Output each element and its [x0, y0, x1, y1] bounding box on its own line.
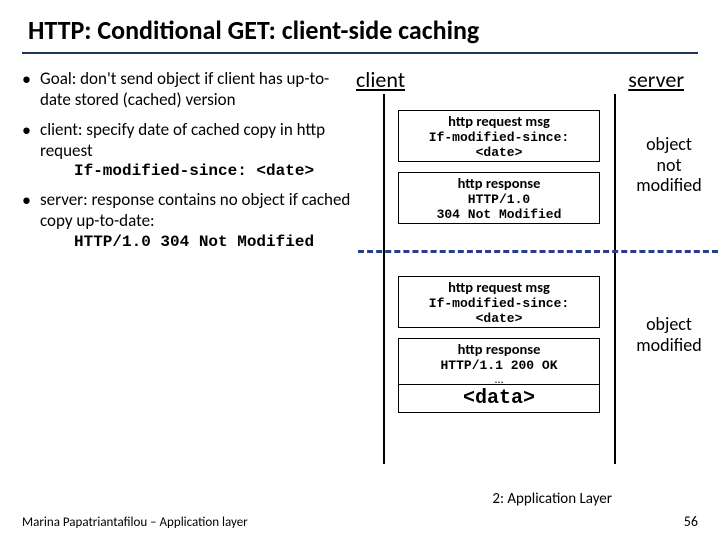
ex1-resp-code2: 304 Not Modified: [403, 207, 595, 222]
bullet-client: client: specify date of cached copy in h…: [22, 119, 352, 182]
bullet-goal: Goal: don't send object if client has up…: [22, 68, 352, 111]
server-heading: server: [628, 66, 684, 93]
bullet-server: server: response contains no object if c…: [22, 189, 352, 252]
ex1-resp-heading: http response: [403, 174, 595, 192]
bullet-server-text: server: response contains no object if c…: [40, 189, 350, 231]
ex1-req-code1: If-modified-since:: [403, 130, 595, 145]
footer-left: Marina Papatriantafilou – Application la…: [22, 515, 248, 530]
server-timeline: [614, 94, 616, 464]
ex1-response-box: http response HTTP/1.0 304 Not Modified: [398, 172, 600, 224]
ex2-data-text: <data>: [463, 387, 535, 410]
footer-page-number: 56: [684, 513, 698, 530]
slide-title: HTTP: Conditional GET: client-side cachi…: [22, 14, 698, 52]
ex1-side-label: object not modified: [624, 134, 714, 196]
ex2-side-label: object modified: [624, 314, 714, 355]
ex2-resp-heading: http response: [403, 340, 595, 358]
ex2-resp-code1: HTTP/1.1 200 OK: [403, 358, 595, 373]
left-column: Goal: don't send object if client has up…: [22, 68, 352, 260]
ex2-req-code2: <date>: [403, 311, 595, 326]
right-column: client server http request msg If-modifi…: [360, 68, 698, 260]
bullet-client-text: client: specify date of cached copy in h…: [40, 119, 325, 161]
ex2-request-box: http request msg If-modified-since: <dat…: [398, 276, 600, 328]
ex2-response-box: http response HTTP/1.1 200 OK …: [398, 338, 600, 388]
ex1-req-code2: <date>: [403, 145, 595, 160]
dashed-separator: [358, 250, 718, 253]
bullet-list: Goal: don't send object if client has up…: [22, 68, 352, 252]
ex1-req-heading: http request msg: [403, 112, 595, 130]
ex1-request-box: http request msg If-modified-since: <dat…: [398, 110, 600, 162]
bullet-client-code: If-modified-since: <date>: [40, 161, 352, 181]
title-rule: [22, 52, 698, 54]
ex2-data-box: <data>: [398, 384, 600, 413]
bullet-server-code: HTTP/1.0 304 Not Modified: [40, 232, 352, 252]
ex1-resp-code1: HTTP/1.0: [403, 192, 595, 207]
slide-body: Goal: don't send object if client has up…: [22, 68, 698, 260]
bullet-goal-text: Goal: don't send object if client has up…: [40, 68, 329, 110]
ex2-req-heading: http request msg: [403, 278, 595, 296]
client-timeline: [383, 94, 385, 464]
client-heading: client: [356, 66, 405, 93]
footer-mid: 2: Application Layer: [492, 490, 612, 508]
ex2-req-code1: If-modified-since:: [403, 296, 595, 311]
slide: HTTP: Conditional GET: client-side cachi…: [0, 0, 720, 540]
